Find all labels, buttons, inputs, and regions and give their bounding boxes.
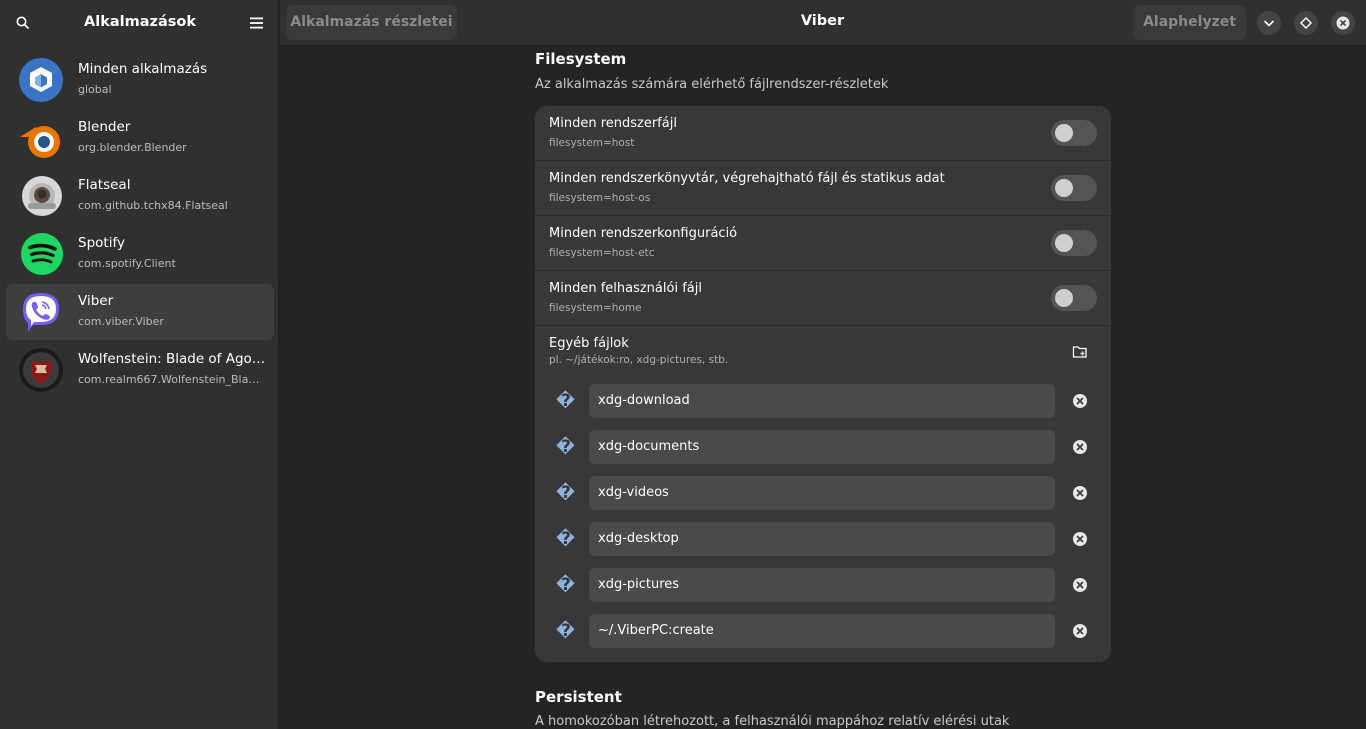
permission-toggle[interactable] xyxy=(1051,285,1097,311)
close-icon xyxy=(1336,16,1350,30)
sidebar-header: Alkalmazások xyxy=(0,0,279,46)
close-window-button[interactable] xyxy=(1331,11,1355,35)
path-input[interactable]: xdg-documents xyxy=(589,430,1055,464)
sidebar: Alkalmazások Minden alkalmazás global Bl… xyxy=(0,0,279,729)
path-input[interactable]: ~/.ViberPC:create xyxy=(589,614,1055,648)
reset-button[interactable]: Alaphelyzet xyxy=(1133,5,1246,40)
toggle-knob xyxy=(1055,179,1073,197)
permission-value: filesystem=host-etc xyxy=(549,247,655,259)
permission-row-host-os: Minden rendszerkönyvtár, végrehajtható f… xyxy=(535,161,1111,216)
app-name: Wolfenstein: Blade of Agony xyxy=(78,351,268,367)
app-item-global[interactable]: Minden alkalmazás global xyxy=(6,52,274,108)
viber-icon xyxy=(18,289,64,335)
remove-path-button[interactable] xyxy=(1073,532,1087,546)
blender-icon xyxy=(18,115,64,161)
path-input[interactable]: xdg-desktop xyxy=(589,522,1055,556)
permission-row-home: Minden felhasználói fájl filesystem=home xyxy=(535,271,1111,326)
flatseal-icon xyxy=(18,173,64,219)
app-id: com.github.tchx84.Flatseal xyxy=(78,199,228,212)
other-files-label: Egyéb fájlok xyxy=(549,336,629,351)
app-id: global xyxy=(78,83,112,96)
app-name: Viber xyxy=(78,293,114,309)
header-title: Viber xyxy=(800,13,845,29)
other-files-hint: pl. ~/játékok:ro, xdg-pictures, stb. xyxy=(549,354,729,366)
permission-label: Minden rendszerkonfiguráció xyxy=(549,226,738,241)
remove-path-button[interactable] xyxy=(1073,440,1087,454)
persistent-title: Persistent xyxy=(535,688,622,706)
app-name: Blender xyxy=(78,119,131,135)
filesystem-card: Minden rendszerfájl filesystem=host Mind… xyxy=(535,106,1111,662)
remove-path-button[interactable] xyxy=(1073,624,1087,638)
app-id: com.spotify.Client xyxy=(78,257,176,270)
search-icon[interactable] xyxy=(13,13,33,33)
permission-toggle[interactable] xyxy=(1051,230,1097,256)
app-item-blender[interactable]: Blender org.blender.Blender xyxy=(6,110,274,166)
app-name: Spotify xyxy=(78,235,125,251)
app-id: com.realm667.Wolfenstein_Blade_... xyxy=(78,373,260,386)
filesystem-title: Filesystem xyxy=(535,50,627,68)
sidebar-title: Alkalmazások xyxy=(84,14,196,30)
path-row: � xdg-download xyxy=(535,384,1111,418)
unknown-glyph-icon: � xyxy=(556,621,575,641)
unknown-glyph-icon: � xyxy=(556,529,575,549)
unknown-glyph-icon: � xyxy=(556,483,575,503)
close-icon xyxy=(1076,535,1084,543)
permission-toggle[interactable] xyxy=(1051,175,1097,201)
persistent-description: A homokozóban létrehozott, a felhasználó… xyxy=(535,714,1010,729)
path-row: � xdg-desktop xyxy=(535,522,1111,556)
permission-toggle[interactable] xyxy=(1051,120,1097,146)
app-id: org.blender.Blender xyxy=(78,141,187,154)
remove-path-button[interactable] xyxy=(1073,486,1087,500)
chevron-down-icon xyxy=(1263,20,1275,27)
filesystem-description: Az alkalmazás számára elérhető fájlrends… xyxy=(535,77,889,92)
app-item-spotify[interactable]: Spotify com.spotify.Client xyxy=(6,226,274,282)
path-input[interactable]: xdg-pictures xyxy=(589,568,1055,602)
permission-value: filesystem=host xyxy=(549,137,635,149)
permission-row-host-etc: Minden rendszerkonfiguráció filesystem=h… xyxy=(535,216,1111,271)
toggle-knob xyxy=(1055,289,1073,307)
app-id: com.viber.Viber xyxy=(78,315,164,328)
app-item-viber[interactable]: Viber com.viber.Viber xyxy=(6,284,274,340)
app-name: Minden alkalmazás xyxy=(78,61,208,77)
app-item-wolfenstein[interactable]: Wolfenstein: Blade of Agony com.realm667… xyxy=(6,342,274,398)
permission-label: Minden rendszerfájl xyxy=(549,116,677,131)
close-icon xyxy=(1076,489,1084,497)
remove-path-button[interactable] xyxy=(1073,394,1087,408)
path-row: � xdg-pictures xyxy=(535,568,1111,602)
permission-value: filesystem=host-os xyxy=(549,192,651,204)
diamond-icon xyxy=(1300,17,1312,29)
path-row: � xdg-videos xyxy=(535,476,1111,510)
permission-value: filesystem=home xyxy=(549,302,642,314)
path-input[interactable]: xdg-videos xyxy=(589,476,1055,510)
close-icon xyxy=(1076,443,1084,451)
app-details-button[interactable]: Alkalmazás részletei xyxy=(286,5,457,40)
unknown-glyph-icon: � xyxy=(556,437,575,457)
path-row: � xdg-documents xyxy=(535,430,1111,464)
maximize-button[interactable] xyxy=(1294,11,1318,35)
minimize-button[interactable] xyxy=(1257,11,1281,35)
folder-add-icon[interactable] xyxy=(1072,344,1088,360)
spotify-icon xyxy=(18,231,64,277)
app-item-flatseal[interactable]: Flatseal com.github.tchx84.Flatseal xyxy=(6,168,274,224)
path-input[interactable]: xdg-download xyxy=(589,384,1055,418)
toggle-knob xyxy=(1055,234,1073,252)
wolfenstein-icon xyxy=(18,347,64,393)
flatpak-icon xyxy=(18,57,64,103)
header-bar: Alkalmazás részletei Viber Alaphelyzet xyxy=(280,0,1366,46)
permission-label: Minden rendszerkönyvtár, végrehajtható f… xyxy=(549,171,945,186)
close-icon xyxy=(1076,581,1084,589)
unknown-glyph-icon: � xyxy=(556,575,575,595)
hamburger-menu-icon[interactable] xyxy=(248,14,266,32)
app-name: Flatseal xyxy=(78,177,131,193)
path-row: � ~/.ViberPC:create xyxy=(535,614,1111,648)
close-icon xyxy=(1076,627,1084,635)
toggle-knob xyxy=(1055,124,1073,142)
unknown-glyph-icon: � xyxy=(556,391,575,411)
permission-label: Minden felhasználói fájl xyxy=(549,281,702,296)
remove-path-button[interactable] xyxy=(1073,578,1087,592)
close-icon xyxy=(1076,397,1084,405)
permission-row-host: Minden rendszerfájl filesystem=host xyxy=(535,106,1111,161)
